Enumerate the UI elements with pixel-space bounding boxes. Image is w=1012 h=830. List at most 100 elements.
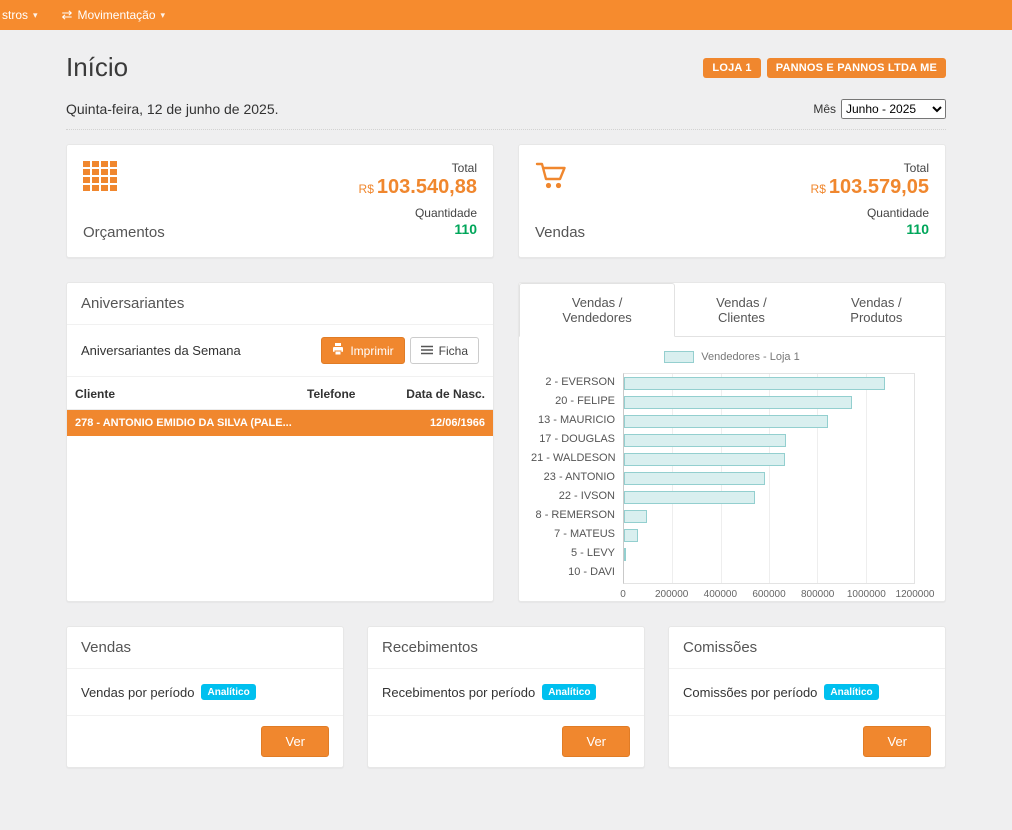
chart-row xyxy=(624,526,914,545)
month-select[interactable]: Junho - 2025 xyxy=(841,99,946,119)
chart-row xyxy=(624,469,914,488)
ver-button[interactable]: Ver xyxy=(562,726,630,757)
company-badge: PANNOS E PANNOS LTDA ME xyxy=(767,58,946,78)
birthdays-subtitle: Aniversariantes da Semana xyxy=(81,343,241,358)
chart-x-tick: 1000000 xyxy=(847,589,886,600)
tab-vendas-produtos[interactable]: Vendas / Produtos xyxy=(808,283,945,336)
chart-x-tick: 200000 xyxy=(655,589,688,600)
chart-row xyxy=(624,431,914,450)
chart-bar xyxy=(624,548,626,561)
quantity-value: 110 xyxy=(359,221,477,237)
column-header-cliente: Cliente xyxy=(75,387,307,401)
birthday-client: 278 - ANTONIO EMIDIO DA SILVA (PALE... xyxy=(75,417,307,429)
chart-row xyxy=(624,488,914,507)
page-title: Início xyxy=(66,52,128,83)
column-header-nascimento: Data de Nasc. xyxy=(399,387,485,401)
total-label: Total xyxy=(359,161,477,175)
comissoes-report-card: Comissões Comissões por período Analític… xyxy=(668,626,946,768)
chart-bar xyxy=(624,396,852,409)
printer-icon xyxy=(332,343,344,358)
chart-category-label: 23 - ANTONIO xyxy=(531,468,623,487)
print-button-label: Imprimir xyxy=(350,344,393,358)
total-value: 103.540,88 xyxy=(377,176,477,198)
total-label: Total xyxy=(811,161,929,175)
report-title: Recebimentos xyxy=(368,627,644,669)
ver-button[interactable]: Ver xyxy=(261,726,329,757)
swap-arrows-icon: ⇄ xyxy=(62,7,73,23)
chart-xaxis: 020000040000060000080000010000001200000 xyxy=(623,584,915,602)
tab-vendas-vendedores[interactable]: Vendas / Vendedores xyxy=(519,283,675,337)
sales-chart: 2 - EVERSON20 - FELIPE13 - MAURICIO17 - … xyxy=(519,363,945,584)
currency-symbol: R$ xyxy=(359,182,374,196)
quantity-label: Quantidade xyxy=(811,206,929,220)
store-badge: LOJA 1 xyxy=(703,58,760,78)
chart-row xyxy=(624,507,914,526)
vendas-report-card: Vendas Vendas por período Analítico Ver xyxy=(66,626,344,768)
chart-legend: Vendedores - Loja 1 xyxy=(519,351,945,363)
chart-category-label: 8 - REMERSON xyxy=(531,506,623,525)
chart-row xyxy=(624,564,914,583)
chart-x-tick: 1200000 xyxy=(896,589,935,600)
total-amount: R$103.579,05 xyxy=(811,176,929,199)
chart-x-tick: 800000 xyxy=(801,589,834,600)
chart-bar xyxy=(624,529,638,542)
report-title: Vendas xyxy=(67,627,343,669)
chart-bar xyxy=(624,453,785,466)
nav-item-label: stros xyxy=(2,8,28,22)
chart-x-tick: 600000 xyxy=(752,589,785,600)
birthday-row[interactable]: 278 - ANTONIO EMIDIO DA SILVA (PALE... 1… xyxy=(67,410,493,436)
ficha-button-label: Ficha xyxy=(439,344,468,358)
top-navbar: stros ▾ ⇄ Movimentação ▾ xyxy=(0,0,1012,30)
chart-row xyxy=(624,450,914,469)
caret-down-icon: ▾ xyxy=(161,10,166,21)
chart-x-tick: 400000 xyxy=(704,589,737,600)
column-header-telefone: Telefone xyxy=(307,387,399,401)
cart-icon xyxy=(535,161,585,196)
birthdays-card: Aniversariantes Aniversariantes da Seman… xyxy=(66,282,494,602)
report-description: Vendas por período xyxy=(81,685,194,700)
card-title: Orçamentos xyxy=(83,224,165,241)
chart-x-tick: 0 xyxy=(620,589,626,600)
chart-category-label: 22 - IVSON xyxy=(531,487,623,506)
chart-row xyxy=(624,545,914,564)
report-description: Recebimentos por período xyxy=(382,685,535,700)
chart-bar xyxy=(624,434,786,447)
chart-bar xyxy=(624,510,647,523)
ficha-button[interactable]: Ficha xyxy=(410,337,479,364)
chart-category-label: 7 - MATEUS xyxy=(531,525,623,544)
chart-category-label: 2 - EVERSON xyxy=(531,373,623,392)
calculator-icon xyxy=(83,161,165,196)
legend-swatch xyxy=(664,351,694,363)
vendas-card: Vendas Total R$103.579,05 Quantidade 110 xyxy=(518,144,946,258)
tab-vendas-clientes[interactable]: Vendas / Clientes xyxy=(675,283,807,336)
month-label: Mês xyxy=(813,102,836,116)
total-value: 103.579,05 xyxy=(829,176,929,198)
currency-symbol: R$ xyxy=(811,182,826,196)
total-amount: R$103.540,88 xyxy=(359,176,477,199)
chart-bar xyxy=(624,377,885,390)
print-button[interactable]: Imprimir xyxy=(321,337,404,364)
chart-bar xyxy=(624,491,755,504)
caret-down-icon: ▾ xyxy=(33,10,38,21)
chart-category-label: 17 - DOUGLAS xyxy=(531,430,623,449)
sales-tabs: Vendas / Vendedores Vendas / Clientes Ve… xyxy=(519,283,945,337)
chart-category-label: 20 - FELIPE xyxy=(531,392,623,411)
nav-item-cadastros[interactable]: stros ▾ xyxy=(0,0,50,30)
analitico-badge: Analítico xyxy=(824,684,878,700)
chart-category-label: 21 - WALDESON xyxy=(531,449,623,468)
nav-item-movimentacao[interactable]: ⇄ Movimentação ▾ xyxy=(50,0,177,30)
chart-category-label: 13 - MAURICIO xyxy=(531,411,623,430)
analitico-badge: Analítico xyxy=(201,684,255,700)
birthday-date: 12/06/1966 xyxy=(399,417,485,429)
report-title: Comissões xyxy=(669,627,945,669)
chart-row xyxy=(624,393,914,412)
current-date: Quinta-feira, 12 de junho de 2025. xyxy=(66,101,279,117)
orcamentos-card: Orçamentos Total R$103.540,88 Quantidade… xyxy=(66,144,494,258)
report-description: Comissões por período xyxy=(683,685,817,700)
analitico-badge: Analítico xyxy=(542,684,596,700)
birthdays-table: Cliente Telefone Data de Nasc. 278 - ANT… xyxy=(67,377,493,436)
quantity-label: Quantidade xyxy=(359,206,477,220)
ver-button[interactable]: Ver xyxy=(863,726,931,757)
recebimentos-report-card: Recebimentos Recebimentos por período An… xyxy=(367,626,645,768)
chart-plot xyxy=(623,373,915,584)
